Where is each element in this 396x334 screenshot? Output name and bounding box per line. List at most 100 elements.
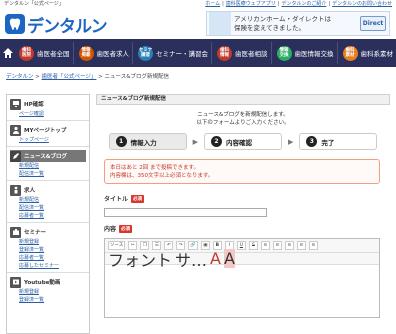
ad-badge: Direct (360, 16, 386, 31)
intro-line-1: ニュース&ブログを新規配信します。 (197, 112, 289, 118)
user-icon (10, 124, 21, 136)
sidebar-link-jobs-new[interactable]: 新規配信 (10, 196, 86, 204)
size-select[interactable]: サ… (175, 247, 207, 271)
nav-label: 歯医者相談 (235, 50, 268, 58)
bg-color-icon[interactable]: A (223, 249, 235, 268)
nav-item-exchange[interactable]: 情報 交換 歯医情報交換 (274, 42, 338, 64)
sidebar-section-mypage: MYページトップ トップページ (7, 121, 89, 147)
align-center-icon[interactable]: ≡ (296, 241, 306, 250)
rich-text-editor[interactable]: ソース ✂ ❐ ☰ ↶ ↷ 🔗 ▣ B I U S ≡ ≡ ≡ ≡ ≡ フォント (104, 238, 380, 318)
logo[interactable]: デンタルン (5, 12, 108, 37)
header: デンタルン アメリカンホーム・ダイレクトは 保険を変えてきました。 Direct (0, 9, 396, 39)
monitor-icon (10, 98, 21, 110)
nav-badge-icon: 情報 交換 (276, 45, 292, 61)
sidebar-section-title: ニュース&ブログ (24, 154, 68, 160)
nav-badge-icon: 歯科 素材 (342, 45, 358, 61)
align-right-icon[interactable]: ≡ (308, 241, 318, 250)
sidebar-link-seminar-applicants[interactable]: 応募者一覧 (10, 254, 86, 262)
step-indicator: 1 情報入力 ▶ 2 内容確認 ▶ 3 完了 (96, 133, 390, 150)
edit-icon (10, 150, 21, 162)
nav-label: 歯科系素材 (360, 50, 394, 58)
sidebar: HP確認 ページ確認 MYページトップ トップページ ニュース&ブログ 新規配信… (6, 94, 90, 334)
chevron-right-icon: ▶ (288, 137, 294, 146)
top-link-home[interactable]: ホーム (205, 0, 220, 9)
step-number: 2 (211, 136, 222, 147)
nav-badge-icon: 情報 掲載 (78, 45, 94, 61)
sidebar-section-title: セミナー (24, 230, 47, 236)
sidebar-section-title: MYページトップ (24, 128, 67, 134)
notice-post-limit: 本日はあと 2回 まで投稿できます。 (110, 165, 199, 171)
sidebar-link-seminar-new[interactable]: 新規登録 (10, 238, 86, 246)
sidebar-section-seminar: セミナー 新規登録 登録済一覧 応募者一覧 応募したセミナー (7, 223, 89, 273)
ad-text: アメリカンホーム・ダイレクトは 保険を変えてきました。 (234, 14, 331, 32)
sidebar-section-youtube: Youtube動画 新規登録 登録済一覧 (7, 273, 89, 306)
chevron-right-icon: ▶ (192, 137, 198, 146)
intro-text: ニュース&ブログを新規配信します。 以下のフォームよりご入力ください。 (96, 111, 390, 127)
nav-label: 歯医者求人 (96, 50, 130, 58)
step-input: 1 情報入力 (108, 133, 187, 150)
notice-min-chars: 内容欄は、350文字以上必須となります。 (110, 173, 214, 179)
brand-name: デンタルン (27, 16, 108, 37)
step-confirm: 2 内容確認 (204, 133, 282, 150)
sidebar-section-news: ニュース&ブログ 新規配信 配信済一覧 (7, 147, 89, 181)
nav-badge-icon: 歯科 医院 (19, 45, 34, 61)
title-field: タイトル 必須 (104, 194, 390, 217)
site-name: デンタルン「公式ページ」 (4, 1, 64, 7)
sidebar-section-title: Youtube動画 (24, 280, 61, 286)
step-label: 内容確認 (226, 138, 252, 147)
font-select[interactable]: フォント (108, 247, 172, 271)
top-link-contact[interactable]: デンタルンのお問い合わせ (332, 0, 392, 9)
nav-badge-icon: 歯科 情報 (217, 45, 232, 61)
align-left-icon[interactable]: ≡ (284, 241, 294, 250)
sidebar-link-seminar-applied[interactable]: 応募したセミナー (10, 262, 86, 270)
breadcrumb-parent[interactable]: 歯医者「公式ページ」 (42, 74, 97, 80)
required-badge: 必須 (131, 194, 145, 203)
title-label: タイトル (104, 196, 129, 203)
sidebar-link-youtube-new[interactable]: 新規登録 (10, 288, 86, 296)
sidebar-link-top[interactable]: トップページ (10, 136, 86, 144)
ad-banner[interactable]: アメリカンホーム・ダイレクトは 保険を変えてきました。 Direct (206, 11, 390, 36)
briefcase-icon (10, 226, 21, 238)
underline-button[interactable]: U (236, 241, 246, 250)
sidebar-link-news-new[interactable]: 新規配信 (10, 162, 86, 170)
ordered-list-icon[interactable]: ≡ (260, 241, 270, 250)
page-title: ニュース&ブログ新規配信 (96, 94, 390, 105)
nav-item-seminars[interactable]: セミナ 講習 セミナー・講習会 (135, 42, 212, 64)
sidebar-link-jobs-applicants[interactable]: 応募者一覧 (10, 212, 86, 220)
step-label: 情報入力 (130, 138, 157, 147)
bullet-list-icon[interactable]: ≡ (272, 241, 282, 250)
sidebar-link-news-list[interactable]: 配信済一覧 (10, 170, 86, 178)
nav-item-dentists[interactable]: 歯科 医院 歯医者全国 (16, 42, 74, 64)
step-complete: 3 完了 (299, 133, 378, 150)
nav-label: セミナー・講習会 (156, 50, 208, 58)
tooth-logo-icon (5, 14, 25, 34)
nav-item-jobs[interactable]: 情報 掲載 歯医者求人 (76, 42, 133, 64)
top-links: ホーム | 歯科医療ウェブアプリ | デンタルンのご紹介 | デンタルンのお問い… (205, 0, 392, 9)
breadcrumb-home[interactable]: デンタルン (6, 74, 33, 80)
step-label: 完了 (321, 138, 335, 147)
breadcrumb-current: ニュース&ブログ新規配信 (104, 74, 170, 80)
title-input[interactable] (104, 208, 267, 217)
content-field: 内容 必須 (104, 224, 390, 233)
top-link-about[interactable]: デンタルンのご紹介 (282, 0, 327, 9)
page: デンタルン「公式ページ」 ホーム | 歯科医療ウェブアプリ | デンタルンのご紹… (0, 0, 396, 334)
sidebar-section-title: 求人 (24, 188, 36, 194)
sidebar-link-page-check[interactable]: ページ確認 (10, 110, 86, 118)
home-icon[interactable] (2, 42, 14, 64)
nav-badge-icon: セミナ 講習 (138, 45, 153, 61)
main-nav: 歯科 医院 歯医者全国 情報 掲載 歯医者求人 セミナ 講習 セミナー・講習会 … (0, 39, 396, 67)
top-link-app[interactable]: 歯科医療ウェブアプリ (226, 0, 276, 9)
main-content: ニュース&ブログ新規配信 ニュース&ブログを新規配信します。 以下のフォームより… (96, 94, 390, 334)
nav-item-consult[interactable]: 歯科 情報 歯医者相談 (214, 42, 272, 64)
step-number: 1 (115, 136, 127, 147)
sidebar-section-title: HP確認 (24, 102, 44, 108)
nav-label: 歯医情報交換 (294, 50, 334, 58)
strike-button[interactable]: S (248, 241, 258, 250)
nav-item-materials[interactable]: 歯科 素材 歯科系素材 (340, 42, 396, 64)
sidebar-link-youtube-list[interactable]: 登録済一覧 (10, 296, 86, 304)
sidebar-link-seminar-list[interactable]: 登録済一覧 (10, 246, 86, 254)
sidebar-section-jobs: 求人 新規配信 配信済一覧 応募者一覧 (7, 181, 89, 223)
editor-toolbar-2: フォント サ… A A (105, 249, 379, 270)
text-color-icon[interactable]: A (210, 249, 221, 268)
sidebar-link-jobs-list[interactable]: 配信済一覧 (10, 204, 86, 212)
